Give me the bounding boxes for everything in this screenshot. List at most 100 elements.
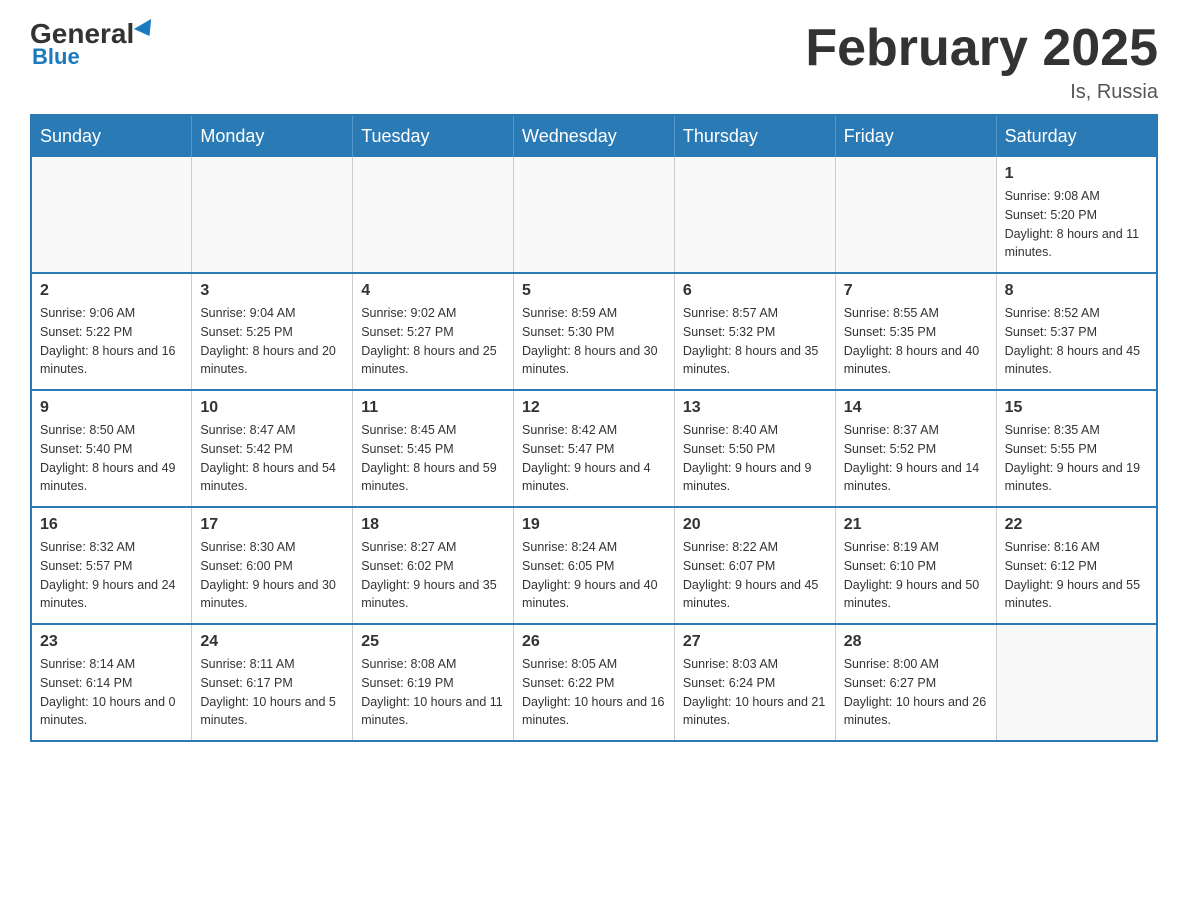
- day-number: 10: [200, 399, 344, 417]
- day-info: Sunrise: 9:04 AM Sunset: 5:25 PM Dayligh…: [200, 304, 344, 379]
- day-number: 19: [522, 516, 666, 534]
- month-title: February 2025: [805, 20, 1158, 77]
- day-cell: [996, 624, 1157, 741]
- day-cell: [514, 157, 675, 273]
- day-cell: 20 Sunrise: 8:22 AM Sunset: 6:07 PM Dayli…: [674, 507, 835, 624]
- day-cell: 5 Sunrise: 8:59 AM Sunset: 5:30 PM Daylig…: [514, 273, 675, 390]
- day-number: 4: [361, 282, 505, 300]
- day-number: 17: [200, 516, 344, 534]
- weekday-header-row: SundayMondayTuesdayWednesdayThursdayFrid…: [31, 115, 1157, 157]
- day-cell: 24Sunrise: 8:11 AM Sunset: 6:17 PM Dayli…: [192, 624, 353, 741]
- day-number: 11: [361, 399, 505, 417]
- day-cell: 13 Sunrise: 8:40 AM Sunset: 5:50 PM Dayli…: [674, 390, 835, 507]
- day-info: Sunrise: 9:06 AM Sunset: 5:22 PM Dayligh…: [40, 304, 183, 379]
- day-number: 26: [522, 633, 666, 651]
- day-number: 21: [844, 516, 988, 534]
- day-info: Sunrise: 8:47 AM Sunset: 5:42 PM Dayligh…: [200, 421, 344, 496]
- day-info: Sunrise: 8:45 AM Sunset: 5:45 PM Dayligh…: [361, 421, 505, 496]
- day-number: 5: [522, 282, 666, 300]
- day-info: Sunrise: 8:27 AM Sunset: 6:02 PM Dayligh…: [361, 538, 505, 613]
- day-info: Sunrise: 8:24 AM Sunset: 6:05 PM Dayligh…: [522, 538, 666, 613]
- day-info: Sunrise: 8:57 AM Sunset: 5:32 PM Dayligh…: [683, 304, 827, 379]
- day-cell: [835, 157, 996, 273]
- logo-blue: Blue: [32, 44, 80, 70]
- logo-triangle-icon: [134, 19, 158, 41]
- week-row-2: 2 Sunrise: 9:06 AM Sunset: 5:22 PM Daylig…: [31, 273, 1157, 390]
- calendar: SundayMondayTuesdayWednesdayThursdayFrid…: [30, 114, 1158, 742]
- day-info: Sunrise: 8:19 AM Sunset: 6:10 PM Dayligh…: [844, 538, 988, 613]
- day-cell: 6 Sunrise: 8:57 AM Sunset: 5:32 PM Daylig…: [674, 273, 835, 390]
- day-cell: 11 Sunrise: 8:45 AM Sunset: 5:45 PM Dayli…: [353, 390, 514, 507]
- day-info: Sunrise: 8:14 AM Sunset: 6:14 PM Dayligh…: [40, 655, 183, 730]
- day-number: 3: [200, 282, 344, 300]
- day-info: Sunrise: 8:30 AM Sunset: 6:00 PM Dayligh…: [200, 538, 344, 613]
- day-info: Sunrise: 8:08 AM Sunset: 6:19 PM Dayligh…: [361, 655, 505, 730]
- day-info: Sunrise: 8:50 AM Sunset: 5:40 PM Dayligh…: [40, 421, 183, 496]
- week-row-5: 23 Sunrise: 8:14 AM Sunset: 6:14 PM Dayli…: [31, 624, 1157, 741]
- weekday-header-thursday: Thursday: [674, 115, 835, 157]
- day-cell: 12 Sunrise: 8:42 AM Sunset: 5:47 PM Dayli…: [514, 390, 675, 507]
- weekday-header-wednesday: Wednesday: [514, 115, 675, 157]
- weekday-header-tuesday: Tuesday: [353, 115, 514, 157]
- day-info: Sunrise: 8:55 AM Sunset: 5:35 PM Dayligh…: [844, 304, 988, 379]
- weekday-header-sunday: Sunday: [31, 115, 192, 157]
- day-cell: 26 Sunrise: 8:05 AM Sunset: 6:22 PM Dayli…: [514, 624, 675, 741]
- day-cell: 23 Sunrise: 8:14 AM Sunset: 6:14 PM Dayli…: [31, 624, 192, 741]
- day-number: 20: [683, 516, 827, 534]
- day-cell: 18 Sunrise: 8:27 AM Sunset: 6:02 PM Dayli…: [353, 507, 514, 624]
- page-header: General Blue February 2025 Is, Russia: [30, 20, 1158, 104]
- day-cell: 21 Sunrise: 8:19 AM Sunset: 6:10 PM Dayli…: [835, 507, 996, 624]
- week-row-1: 1 Sunrise: 9:08 AM Sunset: 5:20 PM Daylig…: [31, 157, 1157, 273]
- day-info: Sunrise: 8:05 AM Sunset: 6:22 PM Dayligh…: [522, 655, 666, 730]
- day-number: 1: [1005, 165, 1148, 183]
- day-cell: 3 Sunrise: 9:04 AM Sunset: 5:25 PM Daylig…: [192, 273, 353, 390]
- day-info: Sunrise: 8:35 AM Sunset: 5:55 PM Dayligh…: [1005, 421, 1148, 496]
- day-number: 7: [844, 282, 988, 300]
- day-cell: 15 Sunrise: 8:35 AM Sunset: 5:55 PM Dayli…: [996, 390, 1157, 507]
- day-cell: [31, 157, 192, 273]
- day-info: Sunrise: 9:08 AM Sunset: 5:20 PM Dayligh…: [1005, 187, 1148, 262]
- day-number: 16: [40, 516, 183, 534]
- day-cell: 25 Sunrise: 8:08 AM Sunset: 6:19 PM Dayli…: [353, 624, 514, 741]
- day-number: 13: [683, 399, 827, 417]
- day-cell: [674, 157, 835, 273]
- day-info: Sunrise: 8:03 AM Sunset: 6:24 PM Dayligh…: [683, 655, 827, 730]
- day-number: 22: [1005, 516, 1148, 534]
- day-number: 14: [844, 399, 988, 417]
- week-row-4: 16 Sunrise: 8:32 AM Sunset: 5:57 PM Dayli…: [31, 507, 1157, 624]
- day-cell: 1 Sunrise: 9:08 AM Sunset: 5:20 PM Daylig…: [996, 157, 1157, 273]
- day-number: 28: [844, 633, 988, 651]
- day-cell: 9 Sunrise: 8:50 AM Sunset: 5:40 PM Daylig…: [31, 390, 192, 507]
- day-number: 25: [361, 633, 505, 651]
- title-area: February 2025 Is, Russia: [805, 20, 1158, 104]
- day-number: 18: [361, 516, 505, 534]
- day-cell: 14 Sunrise: 8:37 AM Sunset: 5:52 PM Dayli…: [835, 390, 996, 507]
- day-info: Sunrise: 8:59 AM Sunset: 5:30 PM Dayligh…: [522, 304, 666, 379]
- day-info: Sunrise: 9:02 AM Sunset: 5:27 PM Dayligh…: [361, 304, 505, 379]
- location: Is, Russia: [805, 81, 1158, 104]
- day-number: 12: [522, 399, 666, 417]
- day-number: 9: [40, 399, 183, 417]
- day-info: Sunrise: 8:37 AM Sunset: 5:52 PM Dayligh…: [844, 421, 988, 496]
- day-info: Sunrise: 8:52 AM Sunset: 5:37 PM Dayligh…: [1005, 304, 1148, 379]
- day-info: Sunrise: 8:32 AM Sunset: 5:57 PM Dayligh…: [40, 538, 183, 613]
- day-number: 24: [200, 633, 344, 651]
- weekday-header-monday: Monday: [192, 115, 353, 157]
- day-cell: 8Sunrise: 8:52 AM Sunset: 5:37 PM Daylig…: [996, 273, 1157, 390]
- day-info: Sunrise: 8:22 AM Sunset: 6:07 PM Dayligh…: [683, 538, 827, 613]
- day-number: 27: [683, 633, 827, 651]
- day-info: Sunrise: 8:16 AM Sunset: 6:12 PM Dayligh…: [1005, 538, 1148, 613]
- day-cell: 7 Sunrise: 8:55 AM Sunset: 5:35 PM Daylig…: [835, 273, 996, 390]
- day-cell: 10 Sunrise: 8:47 AM Sunset: 5:42 PM Dayli…: [192, 390, 353, 507]
- day-cell: 16 Sunrise: 8:32 AM Sunset: 5:57 PM Dayli…: [31, 507, 192, 624]
- day-number: 2: [40, 282, 183, 300]
- day-info: Sunrise: 8:40 AM Sunset: 5:50 PM Dayligh…: [683, 421, 827, 496]
- day-cell: 19 Sunrise: 8:24 AM Sunset: 6:05 PM Dayli…: [514, 507, 675, 624]
- day-number: 6: [683, 282, 827, 300]
- week-row-3: 9 Sunrise: 8:50 AM Sunset: 5:40 PM Daylig…: [31, 390, 1157, 507]
- day-info: Sunrise: 8:42 AM Sunset: 5:47 PM Dayligh…: [522, 421, 666, 496]
- logo: General Blue: [30, 20, 156, 70]
- day-number: 15: [1005, 399, 1148, 417]
- day-cell: [192, 157, 353, 273]
- day-number: 23: [40, 633, 183, 651]
